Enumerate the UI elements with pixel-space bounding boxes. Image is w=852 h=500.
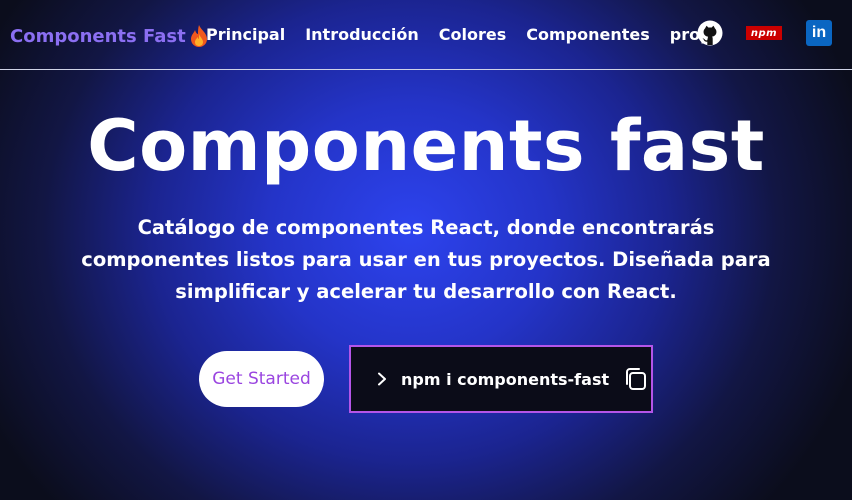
nav-link-colores[interactable]: Colores: [439, 24, 506, 46]
linkedin-link[interactable]: in: [806, 20, 832, 46]
hero-description: Catálogo de componentes React, donde enc…: [81, 216, 771, 303]
npm-logo: npm: [750, 27, 778, 39]
nav-links: Principal Introducción Colores Component…: [206, 24, 721, 46]
npm-link[interactable]: npm: [746, 26, 782, 40]
nav-link-componentes[interactable]: Componentes: [526, 24, 650, 46]
install-command: npm i components-fast: [401, 369, 610, 389]
linkedin-logo: in: [811, 24, 827, 41]
get-started-button[interactable]: Get Started: [199, 351, 324, 407]
chevron-right-icon: [378, 372, 386, 386]
github-link[interactable]: [697, 20, 723, 46]
copy-icon[interactable]: [623, 366, 649, 392]
nav-link-introduccion[interactable]: Introducción: [305, 24, 419, 46]
brand-name: Components Fast: [10, 25, 186, 47]
install-command-box[interactable]: npm i components-fast: [349, 345, 653, 413]
brand-logo[interactable]: Components Fast: [10, 23, 210, 49]
github-icon: [697, 20, 723, 46]
hero-title: Components fast: [87, 105, 765, 187]
nav-link-principal[interactable]: Principal: [206, 24, 285, 46]
navbar: Components Fast Principal Introducción C…: [0, 0, 852, 70]
